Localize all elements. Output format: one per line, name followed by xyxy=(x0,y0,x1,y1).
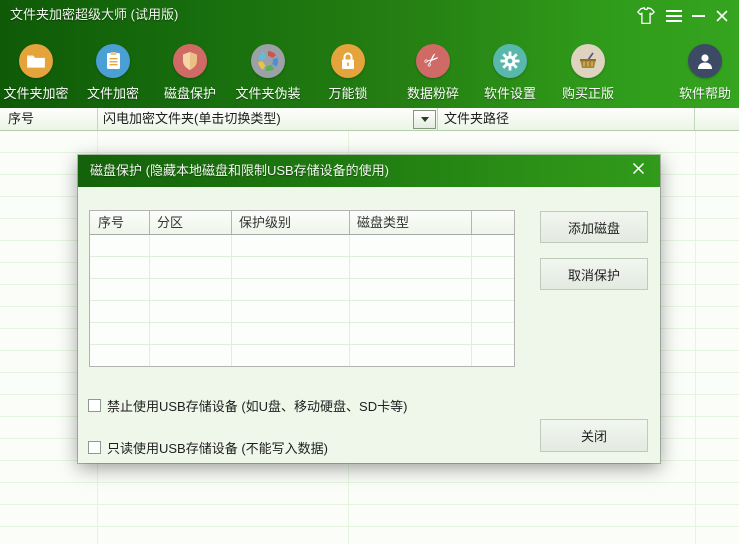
close-icon xyxy=(632,162,645,180)
toolbar-label: 数据粉碎 xyxy=(394,83,472,102)
folder-icon xyxy=(19,44,53,78)
usb-readonly-checkbox-row[interactable]: 只读使用USB存储设备 (不能写入数据) xyxy=(88,438,328,457)
toolbar-item-universal-lock[interactable]: 万能锁 xyxy=(309,44,387,102)
encrypt-type-selector-label[interactable]: 闪电加密文件夹(单击切换类型) xyxy=(103,108,281,130)
toolbar-item-help[interactable]: 软件帮助 xyxy=(666,44,739,102)
dialog-titlebar: 磁盘保护 (隐藏本地磁盘和限制USB存储设备的使用) xyxy=(78,155,660,187)
window-title: 文件夹加密超级大师 (试用版) xyxy=(10,0,178,30)
header-area: 文件夹加密超级大师 (试用版) xyxy=(0,0,739,108)
help-icon xyxy=(688,44,722,78)
disk-protection-dialog: 磁盘保护 (隐藏本地磁盘和限制USB存储设备的使用) 序号 分区 保护级别 磁盘… xyxy=(78,155,660,463)
menu-button[interactable] xyxy=(661,3,687,29)
usb-forbid-checkbox-row[interactable]: 禁止使用USB存储设备 (如U盘、移动硬盘、SD卡等) xyxy=(88,396,407,415)
hamburger-icon xyxy=(666,7,682,25)
dialog-title: 磁盘保护 (隐藏本地磁盘和限制USB存储设备的使用) xyxy=(90,155,389,187)
toolbar-label: 软件帮助 xyxy=(666,83,739,102)
app-window: 文件夹加密超级大师 (试用版) xyxy=(0,0,739,544)
grid-line-vertical xyxy=(149,235,150,366)
disks-table-body[interactable] xyxy=(90,235,514,366)
shield-icon xyxy=(173,44,207,78)
th-protect-level: 保护级别 xyxy=(231,211,291,234)
toolbar-label: 购买正版 xyxy=(549,83,627,102)
encrypt-type-dropdown-button[interactable] xyxy=(413,110,436,129)
toolbar-item-data-shred[interactable]: ✂ 数据粉碎 xyxy=(394,44,472,102)
toolbar-label: 磁盘保护 xyxy=(151,83,229,102)
dialog-close-button[interactable] xyxy=(626,159,650,183)
lock-icon xyxy=(331,44,365,78)
column-divider xyxy=(437,108,438,130)
usb-forbid-checkbox[interactable] xyxy=(88,399,101,412)
column-divider xyxy=(694,108,695,130)
th-serial: 序号 xyxy=(90,211,124,234)
toolbar-label: 软件设置 xyxy=(471,83,549,102)
skin-button[interactable] xyxy=(633,3,659,29)
grid-line-vertical xyxy=(695,131,696,544)
toolbar-item-file-encrypt[interactable]: 文件加密 xyxy=(74,44,152,102)
close-button[interactable] xyxy=(709,3,735,29)
disks-table[interactable]: 序号 分区 保护级别 磁盘类型 xyxy=(89,210,515,367)
toolbar: 文件夹加密 文件加密 xyxy=(0,30,739,108)
minimize-button[interactable] xyxy=(685,3,711,29)
minimize-icon xyxy=(692,15,705,17)
column-divider xyxy=(97,108,98,130)
column-header-path: 文件夹路径 xyxy=(444,108,509,130)
toolbar-label: 文件加密 xyxy=(74,83,152,102)
toolbar-item-buy[interactable]: 购买正版 xyxy=(549,44,627,102)
th-partition: 分区 xyxy=(149,211,183,234)
toolbar-item-folder-disguise[interactable]: 文件夹伪装 xyxy=(229,44,307,102)
grid-line-vertical xyxy=(231,235,232,366)
chevron-down-icon xyxy=(421,117,429,122)
column-header-serial: 序号 xyxy=(8,108,34,130)
shirt-icon xyxy=(636,7,656,25)
toolbar-label: 文件夹伪装 xyxy=(229,83,307,102)
grid-line-vertical xyxy=(471,235,472,366)
column-divider xyxy=(471,211,472,234)
toolbar-item-disk-protect[interactable]: 磁盘保护 xyxy=(151,44,229,102)
toolbar-label: 万能锁 xyxy=(309,83,387,102)
usb-forbid-label: 禁止使用USB存储设备 (如U盘、移动硬盘、SD卡等) xyxy=(107,396,407,415)
toolbar-item-folder-encrypt[interactable]: 文件夹加密 xyxy=(0,44,75,102)
shred-icon: ✂ xyxy=(416,44,450,78)
add-disk-button[interactable]: 添加磁盘 xyxy=(540,211,648,243)
disks-table-header: 序号 分区 保护级别 磁盘类型 xyxy=(90,211,514,235)
toolbar-label: 文件夹加密 xyxy=(0,83,75,102)
file-icon xyxy=(96,44,130,78)
grid-line-vertical xyxy=(349,235,350,366)
dialog-close-action-button[interactable]: 关闭 xyxy=(540,419,648,452)
toolbar-item-settings[interactable]: 软件设置 xyxy=(471,44,549,102)
usb-readonly-label: 只读使用USB存储设备 (不能写入数据) xyxy=(107,438,328,457)
disguise-icon xyxy=(251,44,285,78)
th-disk-type: 磁盘类型 xyxy=(349,211,409,234)
titlebar: 文件夹加密超级大师 (试用版) xyxy=(0,0,739,30)
buy-icon xyxy=(571,44,605,78)
close-icon xyxy=(715,9,729,23)
settings-icon xyxy=(493,44,527,78)
cancel-protection-button[interactable]: 取消保护 xyxy=(540,258,648,290)
main-list-header: 序号 闪电加密文件夹(单击切换类型) 文件夹路径 xyxy=(0,108,739,131)
usb-readonly-checkbox[interactable] xyxy=(88,441,101,454)
